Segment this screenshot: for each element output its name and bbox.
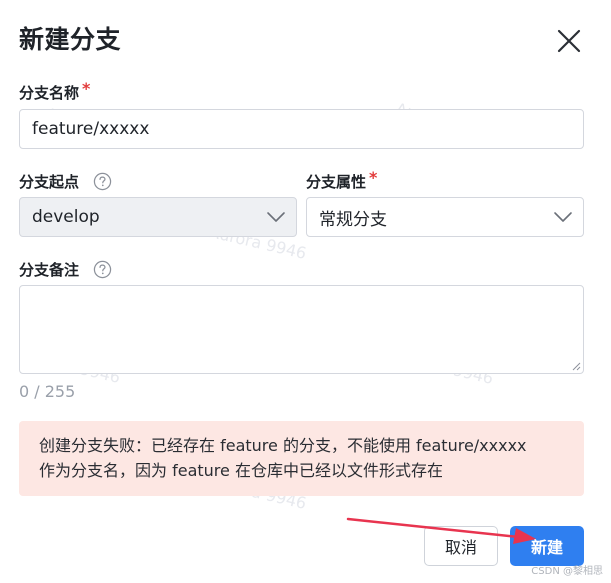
- required-mark: *: [369, 167, 378, 187]
- close-button[interactable]: [556, 28, 582, 54]
- branch-start-label-text: 分支起点: [19, 173, 80, 191]
- branch-note-label: 分支备注: [19, 259, 112, 280]
- branch-name-input[interactable]: feature/xxxxx: [19, 109, 584, 149]
- dialog-title: 新建分支: [19, 25, 122, 54]
- branch-start-select[interactable]: develop: [19, 197, 297, 237]
- branch-type-select[interactable]: 常规分支: [306, 197, 584, 237]
- create-button[interactable]: 新建: [510, 526, 584, 566]
- error-message-line: 作为分支名，因为 feature 在仓库中已经以文件形式存在: [39, 461, 443, 480]
- char-counter: 0 / 255: [19, 382, 76, 401]
- branch-type-label: 分支属性 *: [306, 167, 378, 192]
- chevron-down-icon: [554, 212, 572, 222]
- chevron-down-icon: [267, 212, 285, 222]
- source-credit: CSDN @黎相思: [531, 566, 603, 577]
- error-message-line: 创建分支失败：已经存在 feature 的分支，不能使用 feature/xxx…: [39, 436, 527, 455]
- branch-name-value: feature/xxxxx: [32, 119, 150, 139]
- cancel-button[interactable]: 取消: [424, 526, 498, 566]
- branch-type-label-text: 分支属性: [306, 173, 367, 191]
- branch-start-value: develop: [32, 207, 100, 227]
- question-circle-icon[interactable]: [93, 260, 112, 279]
- branch-name-label-text: 分支名称: [19, 84, 80, 102]
- branch-note-textarea[interactable]: [19, 285, 584, 374]
- close-icon: [557, 29, 581, 53]
- question-circle-icon[interactable]: [93, 172, 112, 191]
- branch-name-label: 分支名称 *: [19, 78, 91, 103]
- resize-grip-icon[interactable]: [571, 361, 581, 371]
- required-mark: *: [82, 78, 91, 98]
- error-alert: 创建分支失败：已经存在 feature 的分支，不能使用 feature/xxx…: [19, 421, 584, 496]
- branch-note-label-text: 分支备注: [19, 261, 80, 279]
- branch-start-label: 分支起点: [19, 171, 112, 192]
- branch-type-value: 常规分支: [319, 209, 387, 230]
